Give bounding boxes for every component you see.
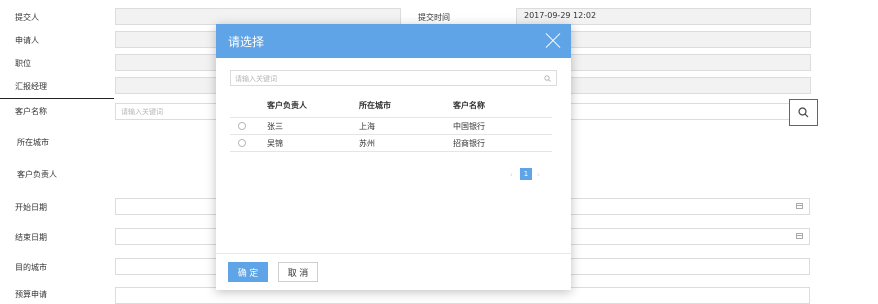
dest-city-label: 目的城市 (15, 263, 47, 272)
city-cell: 上海 (359, 117, 453, 135)
cancel-button[interactable]: 取 消 (278, 262, 318, 282)
table-row[interactable]: 吴锦 苏州 招商银行 (230, 134, 552, 152)
report-manager-label: 汇报经理 (15, 82, 47, 91)
submit-time-field: 2017-09-29 12:02 (516, 8, 811, 25)
owner-label: 客户负责人 (17, 170, 57, 179)
submit-time-value: 2017-09-29 12:02 (524, 11, 597, 20)
customer-table: 客户负责人 所在城市 客户名称 张三 上海 中国银行 吴锦 苏州 招商银行 (230, 93, 552, 152)
row-select-cell[interactable] (230, 117, 267, 135)
column-header-customer: 客户名称 (453, 93, 552, 118)
dialog-title: 请选择 (228, 35, 265, 49)
column-header-city: 所在城市 (359, 93, 453, 118)
owner-cell: 张三 (267, 117, 359, 135)
select-dialog: 请选择 请输入关键词 客户负责人 所在城市 客户名称 张三 上海 中国银行 吴锦… (216, 24, 571, 290)
prev-page-button[interactable]: ‹ (510, 171, 513, 179)
report-manager-field (115, 77, 220, 94)
position-field (115, 54, 220, 71)
city-cell: 苏州 (359, 134, 453, 152)
start-date-label: 开始日期 (15, 203, 47, 212)
calendar-icon[interactable] (796, 203, 803, 209)
close-icon[interactable] (545, 33, 561, 49)
table-row[interactable]: 张三 上海 中国银行 (230, 117, 552, 135)
dialog-footer: 确 定 取 消 (216, 253, 571, 291)
customer-cell: 中国银行 (453, 117, 552, 135)
table-header-row: 客户负责人 所在城市 客户名称 (230, 93, 552, 118)
position-label: 职位 (15, 59, 31, 68)
submitter-label: 提交人 (15, 13, 39, 22)
column-header-owner: 客户负责人 (267, 93, 359, 118)
next-page-button[interactable]: › (537, 171, 540, 179)
customer-search-button[interactable] (789, 99, 818, 126)
customer-cell: 招商银行 (453, 134, 552, 152)
submitter-field (115, 8, 401, 25)
select-column-header (230, 93, 267, 118)
city-label: 所在城市 (17, 138, 49, 147)
end-date-label: 结束日期 (15, 233, 47, 242)
row-select-cell[interactable] (230, 134, 267, 152)
dialog-search-input[interactable]: 请输入关键词 (230, 70, 557, 86)
divider (0, 98, 114, 99)
customer-name-placeholder: 请输入关键词 (121, 108, 163, 116)
search-icon (798, 107, 809, 118)
confirm-button[interactable]: 确 定 (228, 262, 268, 282)
dialog-header: 请选择 (216, 24, 571, 58)
calendar-icon[interactable] (796, 233, 803, 239)
owner-cell: 吴锦 (267, 134, 359, 152)
submit-time-label: 提交时间 (418, 13, 450, 22)
applicant-field (115, 31, 220, 48)
customer-name-label: 客户名称 (15, 107, 47, 116)
row-radio[interactable] (238, 139, 246, 147)
dialog-search-placeholder: 请输入关键词 (235, 75, 277, 83)
page-1-button[interactable]: 1 (520, 168, 532, 180)
applicant-label: 申请人 (15, 36, 39, 45)
search-icon[interactable] (544, 75, 551, 82)
row-radio[interactable] (238, 122, 246, 130)
